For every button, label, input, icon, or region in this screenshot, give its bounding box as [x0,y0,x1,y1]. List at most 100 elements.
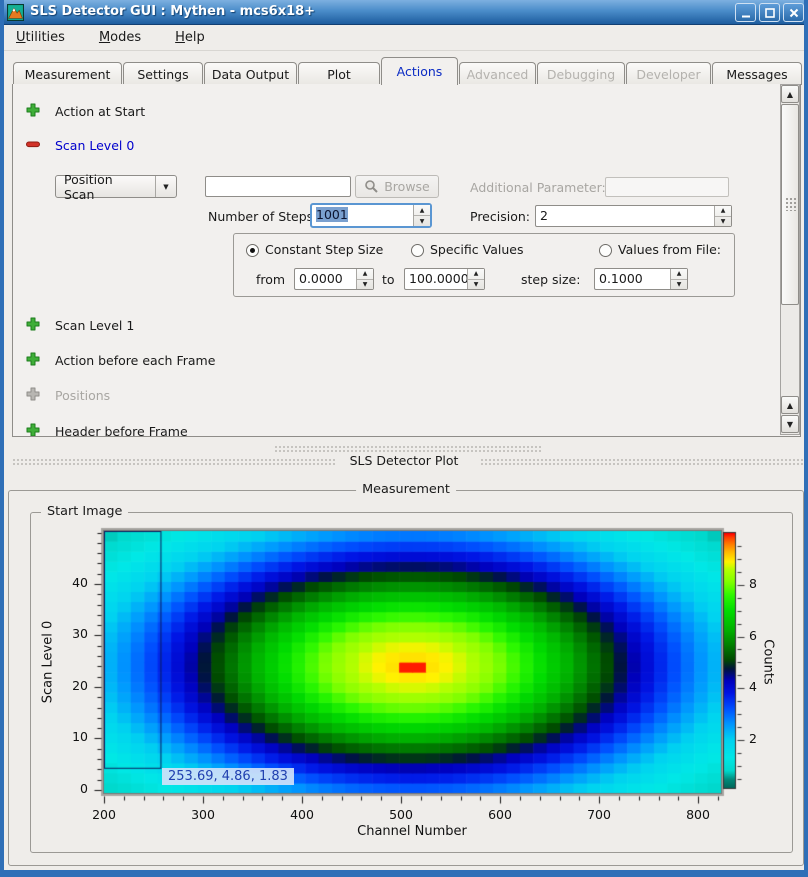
expand-plus-icon[interactable] [25,102,41,118]
measurement-title: Measurement [356,482,456,497]
tick-label: 700 [579,807,619,822]
to-spinbox[interactable]: 100.0000 ▲▼ [404,268,485,290]
tick-label: 4 [749,679,757,694]
from-spin-down[interactable]: ▼ [357,280,373,290]
precision-spin-down[interactable]: ▼ [715,217,731,227]
vertical-scrollbar[interactable]: ▲ ▲ ▼ [780,84,800,435]
splitter-handle[interactable] [274,445,542,452]
dock-title-texture-right [480,458,804,465]
scan-level-1-label[interactable]: Scan Level 1 [55,318,134,333]
number-of-steps-spinbox[interactable]: 1001 ▲▼ [310,203,432,228]
precision-value: 2 [536,206,714,226]
tick-label: 0 [56,781,88,796]
to-spin-up[interactable]: ▲ [468,269,484,280]
values-from-file-label[interactable]: Values from File: [618,242,721,257]
specific-values-radio[interactable] [411,244,424,257]
tick-label: 500 [381,807,421,822]
menu-utilities[interactable]: Utilities [12,28,69,47]
to-label: to [382,272,395,287]
scrollbar-grip [785,197,797,211]
steps-spin-down[interactable]: ▼ [414,216,430,226]
tick-label: 400 [282,807,322,822]
tick-label: 30 [56,626,88,641]
tab-debugging[interactable]: Debugging [537,62,625,85]
stepsize-spin-up[interactable]: ▲ [671,269,687,280]
tick-label: 200 [84,807,124,822]
scroll-down-button[interactable]: ▼ [781,415,799,433]
close-icon [788,7,800,19]
tab-measurement[interactable]: Measurement [13,62,122,85]
to-value: 100.0000 [405,269,467,289]
tick-label: 20 [56,678,88,693]
window-title: SLS Detector GUI : Mythen - mcs6x18+ [30,4,315,19]
title-bar[interactable]: SLS Detector GUI : Mythen - mcs6x18+ [0,0,808,25]
step-size-spinbox[interactable]: 0.1000 ▲▼ [594,268,688,290]
tick-label: 40 [56,575,88,590]
x-axis-label: Channel Number [312,824,512,839]
main-window: SLS Detector GUI : Mythen - mcs6x18+ Uti… [0,0,808,877]
scan-mode-value: Position Scan [56,172,155,202]
scroll-up-button[interactable]: ▲ [781,85,799,103]
tick-label: 6 [749,628,757,643]
number-of-steps-value: 1001 [316,207,348,222]
tab-advanced[interactable]: Advanced [459,62,536,85]
additional-parameter-input[interactable] [605,177,729,197]
stepsize-spin-down[interactable]: ▼ [671,280,687,290]
header-before-frame-label[interactable]: Header before Frame [55,424,188,437]
to-spin-down[interactable]: ▼ [468,280,484,290]
from-value: 0.0000 [295,269,356,289]
tick-label: 10 [56,729,88,744]
positions-label: Positions [55,388,110,403]
y-axis-label: Scan Level 0 [41,621,56,703]
magnifier-icon [364,179,379,194]
from-spinbox[interactable]: 0.0000 ▲▼ [294,268,374,290]
scroll-up-button-2[interactable]: ▲ [781,396,799,414]
additional-parameter-label: Additional Parameter: [470,180,606,195]
constant-step-radio[interactable] [246,244,259,257]
from-spin-up[interactable]: ▲ [357,269,373,280]
menu-help[interactable]: Help [171,28,209,47]
tab-settings[interactable]: Settings [123,62,203,85]
expand-plus-icon[interactable] [25,422,41,437]
menu-modes[interactable]: Modes [95,28,145,47]
minimize-button[interactable] [735,3,756,22]
heatmap-plot[interactable] [34,515,792,845]
scrollbar-thumb[interactable] [781,104,799,305]
maximize-button[interactable] [759,3,780,22]
menu-bar: Utilities Modes Help [4,25,804,51]
minimize-icon [740,7,752,19]
tab-messages[interactable]: Messages [712,62,802,85]
close-button[interactable] [783,3,804,22]
action-at-start-label[interactable]: Action at Start [55,104,145,119]
specific-values-label[interactable]: Specific Values [430,242,523,257]
scan-mode-combo[interactable]: Position Scan ▼ [55,175,177,198]
expand-plus-icon[interactable] [25,316,41,332]
from-label: from [256,272,285,287]
precision-spin-up[interactable]: ▲ [715,206,731,217]
app-icon [7,4,24,21]
tab-developer[interactable]: Developer [626,62,711,85]
steps-spin-up[interactable]: ▲ [414,205,430,216]
constant-step-label[interactable]: Constant Step Size [265,242,383,257]
action-before-frame-label[interactable]: Action before each Frame [55,353,215,368]
plot-dock-title-text: SLS Detector Plot [350,453,459,468]
tab-plot[interactable]: Plot [298,62,380,85]
values-from-file-radio[interactable] [599,244,612,257]
tab-data-output[interactable]: Data Output [204,62,297,85]
browse-button[interactable]: Browse [355,175,439,198]
actions-panel: Action at Start Scan Level 0 Position Sc… [12,84,801,437]
step-size-value: 0.1000 [595,269,670,289]
precision-label: Precision: [470,209,530,224]
tick-label: 600 [480,807,520,822]
scan-level-0-label[interactable]: Scan Level 0 [55,138,134,153]
scan-script-input[interactable] [205,176,351,197]
tab-bar: Measurement Settings Data Output Plot Ac… [4,56,804,84]
combo-arrow-icon: ▼ [155,176,176,197]
tab-actions[interactable]: Actions [381,57,458,85]
collapse-minus-icon[interactable] [25,136,41,152]
colorbar-label: Counts [761,639,776,684]
browse-label: Browse [384,179,430,194]
maximize-icon [764,7,776,19]
precision-spinbox[interactable]: 2 ▲▼ [535,205,732,227]
expand-plus-icon[interactable] [25,351,41,367]
